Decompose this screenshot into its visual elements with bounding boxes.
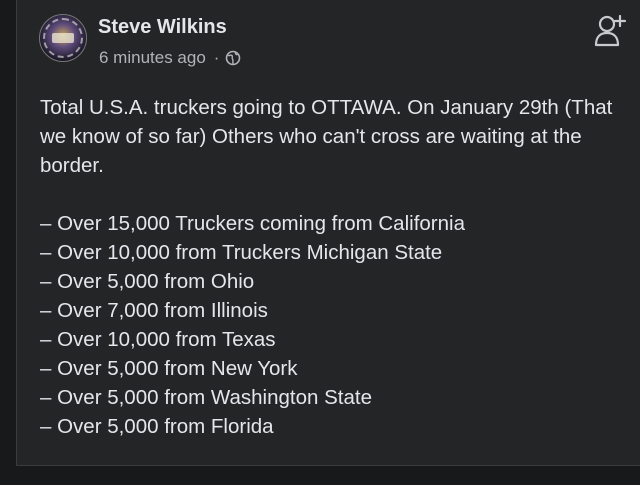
avatar[interactable]	[39, 14, 87, 62]
author-name[interactable]: Steve Wilkins	[98, 16, 227, 39]
meta-separator: ·	[213, 48, 220, 67]
avatar-emblem	[52, 33, 74, 43]
list-item: – Over 10,000 from Texas	[40, 328, 276, 351]
list-item: – Over 7,000 from Illinois	[40, 299, 268, 322]
list-item: – Over 5,000 from New York	[40, 357, 298, 380]
list-item: – Over 5,000 from Ohio	[40, 270, 255, 293]
post-intro: Total U.S.A. truckers going to OTTAWA. O…	[40, 96, 613, 177]
post-list: – Over 15,000 Truckers coming from Calif…	[40, 209, 620, 441]
list-item: – Over 15,000 Truckers coming from Calif…	[40, 212, 465, 235]
post-card: Steve Wilkins 6 minutes ago · Total U.S.…	[16, 0, 640, 466]
page: Steve Wilkins 6 minutes ago · Total U.S.…	[0, 0, 640, 485]
post-header: Steve Wilkins 6 minutes ago ·	[39, 10, 629, 80]
post-timestamp[interactable]: 6 minutes ago	[99, 48, 206, 68]
post-body: Total U.S.A. truckers going to OTTAWA. O…	[40, 93, 620, 441]
list-item: – Over 5,000 from Washington State	[40, 386, 372, 409]
globe-icon[interactable]	[225, 50, 241, 66]
add-friend-icon[interactable]	[593, 10, 629, 50]
list-item: – Over 5,000 from Florida	[40, 415, 274, 438]
post-meta: 6 minutes ago ·	[99, 48, 241, 68]
list-item: – Over 10,000 from Truckers Michigan Sta…	[40, 241, 443, 264]
